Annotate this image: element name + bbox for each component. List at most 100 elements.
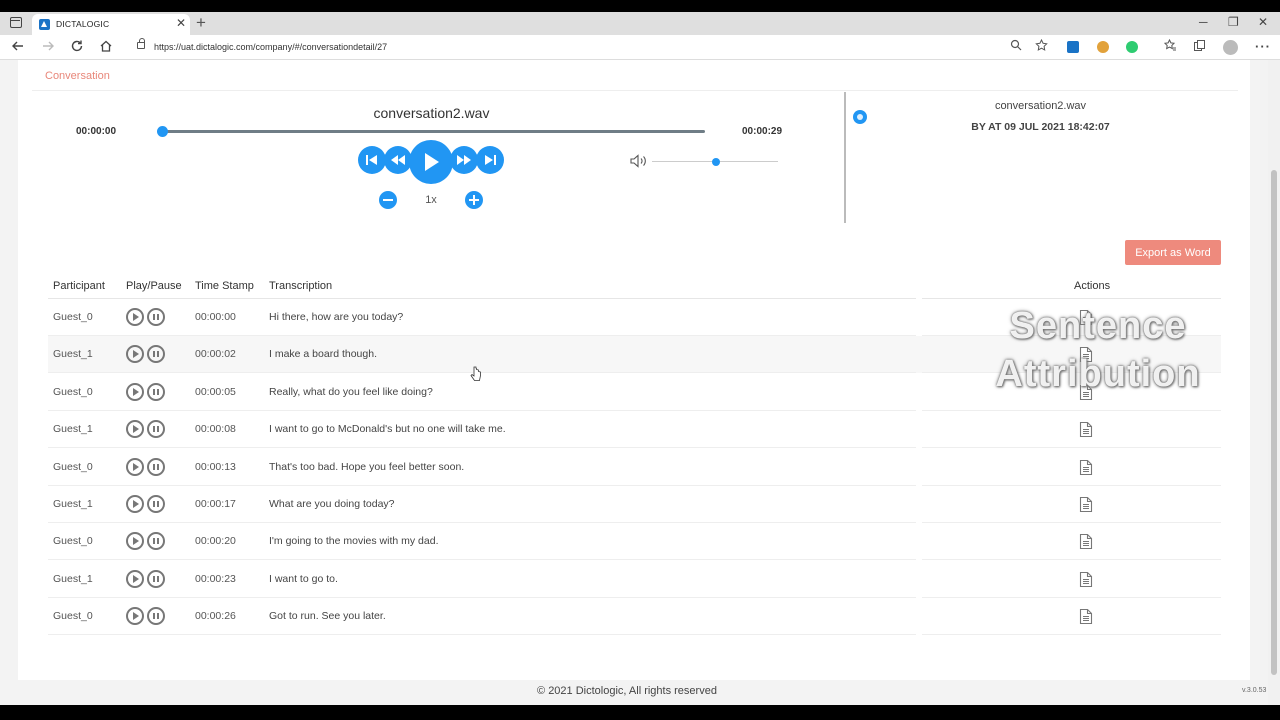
transcription-cell: I want to go to McDonald's but no one wi…: [269, 423, 506, 436]
skip-end-icon: [485, 155, 496, 165]
pause-row-icon[interactable]: [147, 569, 165, 588]
participant-cell: Guest_0: [53, 385, 93, 398]
table-row: Guest_0 00:00:20 I'm going to the movies w…: [48, 523, 1221, 561]
overlay-line-2: Attribution: [995, 353, 1201, 395]
pause-row-icon[interactable]: [147, 607, 165, 626]
pause-row-icon[interactable]: [147, 308, 165, 326]
play-row-icon[interactable]: [126, 308, 144, 326]
close-window-icon[interactable]: ✕: [1258, 15, 1268, 29]
play-row-icon[interactable]: [126, 382, 144, 401]
extension-cookie-icon[interactable]: [1097, 41, 1109, 53]
timestamp-cell: 00:00:13: [195, 460, 236, 473]
header-actions: Actions: [1074, 280, 1111, 292]
total-time: 00:00:29: [742, 126, 783, 137]
more-menu-icon[interactable]: ···: [1255, 39, 1271, 54]
document-icon[interactable]: [1079, 459, 1093, 481]
play-row-icon[interactable]: [126, 457, 144, 476]
volume-handle[interactable]: [712, 158, 720, 166]
increase-speed-button[interactable]: [465, 191, 483, 209]
zoom-icon[interactable]: [1010, 39, 1022, 54]
transcription-cell: I want to go to.: [269, 572, 338, 585]
home-icon[interactable]: [99, 39, 113, 56]
play-row-icon[interactable]: [126, 532, 144, 551]
document-icon[interactable]: [1079, 571, 1093, 593]
transcription-cell: What are you doing today?: [269, 498, 395, 510]
seek-handle[interactable]: [157, 126, 168, 137]
new-tab-icon[interactable]: +: [196, 13, 206, 33]
rewind-button[interactable]: [384, 146, 412, 174]
panel-divider: [844, 92, 846, 223]
header-participant: Participant: [53, 280, 105, 292]
pause-row-icon[interactable]: [147, 457, 165, 476]
play-row-icon[interactable]: [126, 569, 144, 588]
browser-tab-bar: DICTALOGIC ✕ + ─ ❐ ✕: [0, 12, 1280, 35]
participant-cell: Guest_0: [53, 535, 93, 548]
audio-indicator-icon[interactable]: [853, 110, 867, 124]
favorites-icon[interactable]: [1163, 38, 1177, 55]
fast-forward-button[interactable]: [450, 146, 478, 174]
skip-start-button[interactable]: [358, 146, 386, 174]
refresh-icon[interactable]: [70, 39, 84, 56]
participant-cell: Guest_1: [53, 498, 93, 510]
minimize-icon[interactable]: ─: [1199, 15, 1208, 29]
tab-close-icon[interactable]: ✕: [176, 16, 186, 30]
pause-row-icon[interactable]: [147, 495, 165, 513]
export-as-word-button[interactable]: Export as Word: [1125, 240, 1221, 265]
favorite-star-icon[interactable]: [1035, 38, 1048, 55]
timestamp-cell: 00:00:26: [195, 610, 236, 623]
skip-start-icon: [366, 155, 377, 165]
transcription-cell: That's too bad. Hope you feel better soo…: [269, 460, 465, 473]
url-field[interactable]: https://uat.dictalogic.com/company/#/con…: [154, 42, 387, 52]
restore-icon[interactable]: ❐: [1228, 15, 1239, 29]
pause-row-icon[interactable]: [147, 420, 165, 439]
header-play-pause: Play/Pause: [126, 280, 182, 292]
timestamp-cell: 00:00:23: [195, 572, 236, 585]
tab-title: DICTALOGIC: [56, 19, 110, 29]
sentence-attribution-overlay: Sentence Attribution: [958, 302, 1238, 398]
lock-icon[interactable]: [137, 38, 145, 49]
pause-row-icon[interactable]: [147, 345, 165, 364]
document-icon[interactable]: [1079, 421, 1093, 443]
player-file-name: conversation2.wav: [373, 105, 490, 121]
collections-icon[interactable]: [1193, 39, 1206, 55]
app-version: v.3.0.53: [1242, 687, 1267, 694]
volume-icon[interactable]: [630, 154, 648, 173]
table-row: Guest_0 00:00:13 That's too bad. Hope you …: [48, 449, 1221, 486]
rewind-icon: [391, 155, 405, 165]
skip-end-button[interactable]: [476, 146, 504, 174]
side-file-name: conversation2.wav: [994, 100, 1087, 112]
divider: [32, 90, 1238, 91]
scrollbar-thumb[interactable]: [1271, 170, 1277, 675]
tab-actions-icon[interactable]: [10, 17, 22, 28]
browser-tab[interactable]: DICTALOGIC ✕: [32, 14, 190, 35]
browser-address-bar: https://uat.dictalogic.com/company/#/con…: [0, 35, 1280, 60]
timestamp-cell: 00:00:08: [195, 423, 236, 436]
play-button[interactable]: [409, 140, 453, 184]
play-row-icon[interactable]: [126, 345, 144, 364]
decrease-speed-button[interactable]: [379, 191, 397, 209]
play-row-icon[interactable]: [126, 420, 144, 439]
forward-icon[interactable]: [41, 39, 55, 56]
participant-cell: Guest_0: [53, 460, 93, 473]
breadcrumb[interactable]: Conversation: [45, 70, 110, 82]
play-row-icon[interactable]: [126, 495, 144, 513]
pause-row-icon[interactable]: [147, 382, 165, 401]
participant-cell: Guest_1: [53, 423, 93, 436]
grammarly-icon[interactable]: [1126, 41, 1138, 53]
play-row-icon[interactable]: [126, 607, 144, 626]
document-icon[interactable]: [1079, 608, 1093, 630]
back-icon[interactable]: [11, 39, 25, 56]
extension-icon[interactable]: [1067, 41, 1079, 53]
document-icon[interactable]: [1079, 533, 1093, 555]
footer-copyright: © 2021 Dictologic, All rights reserved: [537, 685, 717, 697]
page-scrollbar[interactable]: [1268, 60, 1280, 705]
document-icon[interactable]: [1079, 496, 1093, 518]
side-file-meta: BY AT 09 JUL 2021 18:42:07: [971, 121, 1110, 133]
profile-avatar[interactable]: [1223, 40, 1238, 55]
screen-top-border: [0, 0, 1280, 12]
pause-row-icon[interactable]: [147, 532, 165, 551]
current-time: 00:00:00: [76, 126, 117, 137]
header-transcription: Transcription: [269, 280, 333, 292]
timestamp-cell: 00:00:00: [195, 311, 236, 323]
seek-bar[interactable]: [163, 130, 705, 133]
